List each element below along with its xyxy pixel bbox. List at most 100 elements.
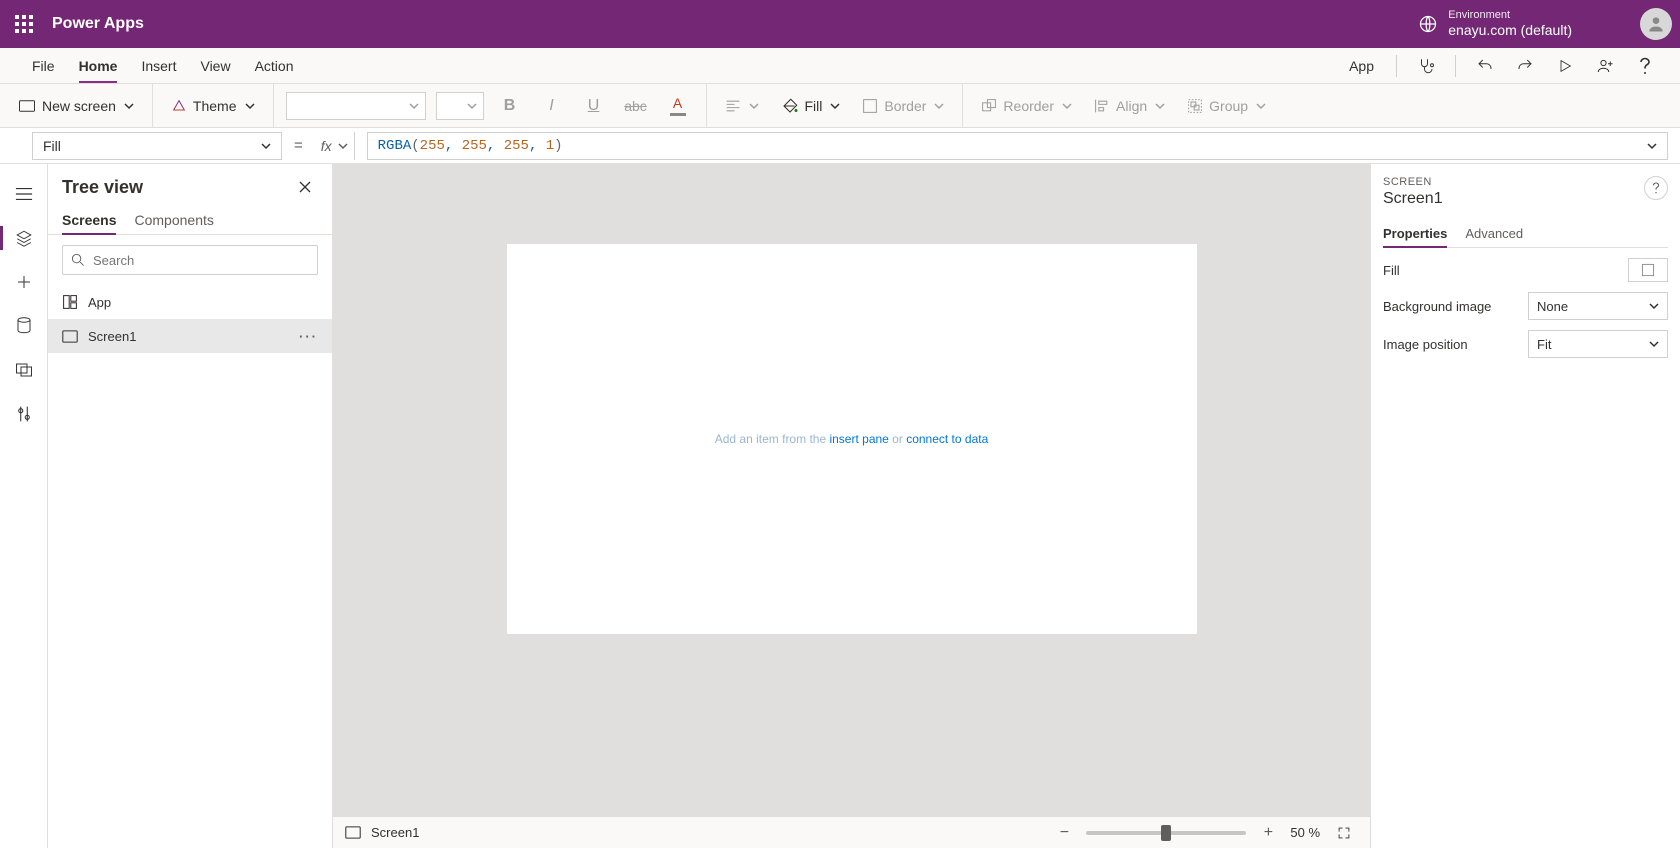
screen-icon <box>62 330 78 343</box>
tree-item-app[interactable]: App <box>48 285 332 319</box>
app-launcher-button[interactable] <box>0 0 48 48</box>
tree-item-screen1[interactable]: Screen1 ··· <box>48 319 332 353</box>
fx-button[interactable]: fx <box>315 132 355 160</box>
menu-tab-view[interactable]: View <box>188 48 242 83</box>
rail-advanced-button[interactable] <box>4 394 44 434</box>
search-icon <box>71 253 85 267</box>
tree-tab-components[interactable]: Components <box>134 206 213 234</box>
hamburger-icon <box>15 187 33 201</box>
italic-button: I <box>536 90 568 122</box>
rail-insert-button[interactable] <box>4 262 44 302</box>
font-family-combo <box>286 92 426 120</box>
media-icon <box>15 362 33 378</box>
rail-media-button[interactable] <box>4 350 44 390</box>
zoom-slider[interactable] <box>1086 831 1246 835</box>
chevron-down-icon <box>1062 101 1072 111</box>
redo-button[interactable] <box>1508 49 1542 83</box>
zoom-value: 50 <box>1290 825 1304 840</box>
app-checker-button[interactable] <box>1409 49 1443 83</box>
fit-to-window-button[interactable] <box>1330 819 1358 847</box>
chevron-down-icon <box>934 101 944 111</box>
preview-button[interactable] <box>1548 49 1582 83</box>
underline-button: U <box>578 90 610 122</box>
tree-tab-screens[interactable]: Screens <box>62 206 116 234</box>
border-button: Border <box>856 90 950 122</box>
prop-bgimage-label: Background image <box>1383 299 1491 314</box>
prop-tab-properties[interactable]: Properties <box>1383 220 1447 247</box>
prop-tab-advanced[interactable]: Advanced <box>1465 220 1523 247</box>
help-icon <box>1652 182 1660 194</box>
font-color-button: A <box>662 90 694 122</box>
formula-bar: Fill = fx RGBA(255, 255, 255, 1) <box>0 128 1680 164</box>
fill-color-button[interactable]: Fill <box>775 90 847 122</box>
expand-formula-icon[interactable] <box>1647 141 1657 151</box>
zoom-in-button[interactable]: + <box>1256 824 1280 842</box>
strikethrough-button: abc <box>620 90 652 122</box>
chevron-down-icon <box>1256 101 1266 111</box>
chevron-down-icon <box>124 101 134 111</box>
prop-bgimage-value: None <box>1537 299 1568 314</box>
text-align-button <box>719 90 765 122</box>
app-title: Power Apps <box>52 15 144 33</box>
new-screen-button[interactable]: New screen <box>12 90 140 122</box>
menu-tab-action[interactable]: Action <box>243 48 306 83</box>
zoom-out-button[interactable]: − <box>1052 824 1076 842</box>
prop-fill-swatch[interactable] <box>1628 258 1668 282</box>
bold-icon: B <box>504 97 516 115</box>
redo-icon <box>1516 57 1534 75</box>
fx-label: fx <box>321 138 332 154</box>
tree-search[interactable] <box>62 245 318 275</box>
sliders-icon <box>17 405 31 423</box>
underline-icon: U <box>588 97 600 115</box>
close-icon <box>299 181 311 193</box>
tree-view-title: Tree view <box>62 177 143 198</box>
undo-icon <box>1476 57 1494 75</box>
menu-tab-insert[interactable]: Insert <box>129 48 188 83</box>
equals-sign: = <box>294 137 303 154</box>
insert-pane-link[interactable]: insert pane <box>829 432 888 446</box>
align-label: Align <box>1116 98 1147 114</box>
status-bar: Screen1 − + 50 % <box>333 816 1370 848</box>
menu-tab-file[interactable]: File <box>20 48 67 83</box>
prop-bgimage-select[interactable]: None <box>1528 292 1668 320</box>
user-avatar[interactable] <box>1640 8 1672 40</box>
rail-hamburger-button[interactable] <box>4 174 44 214</box>
menu-tab-home[interactable]: Home <box>67 48 130 83</box>
tree-search-input[interactable] <box>91 252 309 269</box>
undo-button[interactable] <box>1468 49 1502 83</box>
screen-canvas[interactable]: Add an item from the insert pane or conn… <box>507 244 1197 634</box>
screen-icon <box>18 99 36 113</box>
prop-imgpos-label: Image position <box>1383 337 1468 352</box>
tree-view-close-button[interactable] <box>292 174 318 200</box>
properties-panel: SCREEN Screen1 Properties Advanced Fill … <box>1370 164 1680 848</box>
environment-value: enayu.com (default) <box>1448 22 1572 39</box>
theme-label: Theme <box>193 98 237 114</box>
formula-input[interactable]: RGBA(255, 255, 255, 1) <box>367 132 1668 160</box>
prop-imgpos-value: Fit <box>1537 337 1551 352</box>
rail-treeview-button[interactable] <box>4 218 44 258</box>
share-button[interactable] <box>1588 49 1622 83</box>
prop-fill-label: Fill <box>1383 263 1400 278</box>
app-settings-link[interactable]: App <box>1339 49 1384 83</box>
properties-help-button[interactable] <box>1644 176 1668 200</box>
layers-icon <box>15 229 33 247</box>
theme-button[interactable]: Theme <box>165 90 261 122</box>
canvas-hint: Add an item from the insert pane or conn… <box>715 432 989 446</box>
color-swatch-icon <box>1641 263 1655 277</box>
connect-data-link[interactable]: connect to data <box>906 432 988 446</box>
chevron-down-icon <box>261 141 271 151</box>
zoom-thumb[interactable] <box>1161 825 1171 841</box>
fill-label: Fill <box>805 98 823 114</box>
border-icon <box>862 98 878 114</box>
waffle-icon <box>15 15 33 33</box>
help-button[interactable] <box>1628 49 1662 83</box>
paint-bucket-icon <box>781 97 799 115</box>
reorder-button: Reorder <box>975 90 1078 122</box>
rail-data-button[interactable] <box>4 306 44 346</box>
tree-item-more-button[interactable]: ··· <box>299 329 318 344</box>
group-button: Group <box>1181 90 1272 122</box>
property-selector[interactable]: Fill <box>32 132 282 160</box>
environment-picker[interactable]: Environment enayu.com (default) <box>1418 9 1572 39</box>
prop-imgpos-select[interactable]: Fit <box>1528 330 1668 358</box>
status-selection: Screen1 <box>371 825 419 840</box>
